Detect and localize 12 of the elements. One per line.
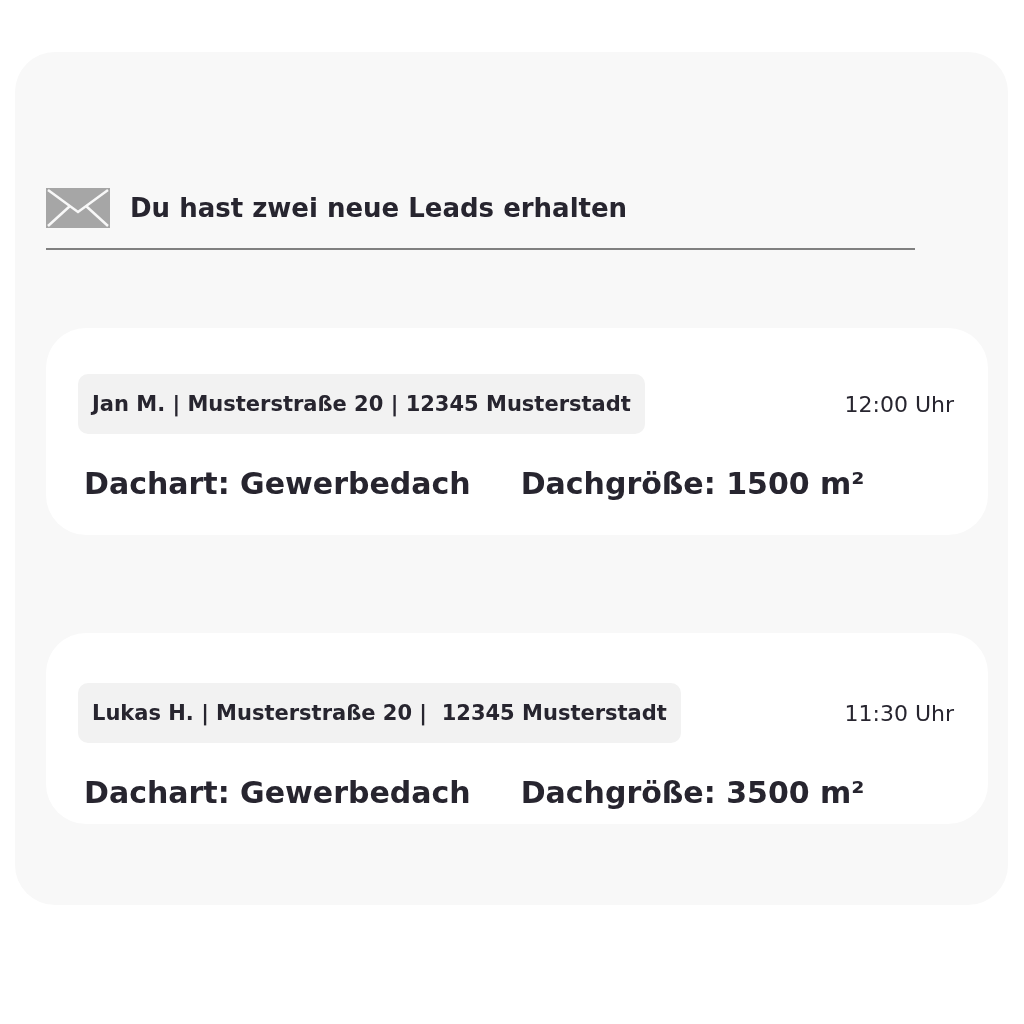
lead-card[interactable]: Lukas H. | Musterstraße 20 | 12345 Musterstadt 11:30 Uhr Dachart: Gewerbedach Dachgröße: 3500 m² <box>46 633 988 824</box>
roof-type: Dachart: Gewerbedach <box>84 775 471 810</box>
lead-time: 12:00 Uhr <box>844 391 955 417</box>
envelope-icon <box>46 188 110 228</box>
roof-type: Dachart: Gewerbedach <box>84 466 471 501</box>
roof-size: Dachgröße: 1500 m² <box>520 466 865 501</box>
notification-title: Du hast zwei neue Leads erhalten <box>130 193 628 223</box>
roof-size: Dachgröße: 3500 m² <box>520 775 865 810</box>
lead-contact: Jan M. | Musterstraße 20 | 12345 Musterstadt <box>78 374 645 434</box>
lead-time: 11:30 Uhr <box>844 700 955 726</box>
lead-contact: Lukas H. | Musterstraße 20 | 12345 Musterstadt <box>78 683 681 743</box>
lead-card[interactable]: Jan M. | Musterstraße 20 | 12345 Musterstadt 12:00 Uhr Dachart: Gewerbedach Dachgröße: 1500 m² <box>46 328 988 535</box>
